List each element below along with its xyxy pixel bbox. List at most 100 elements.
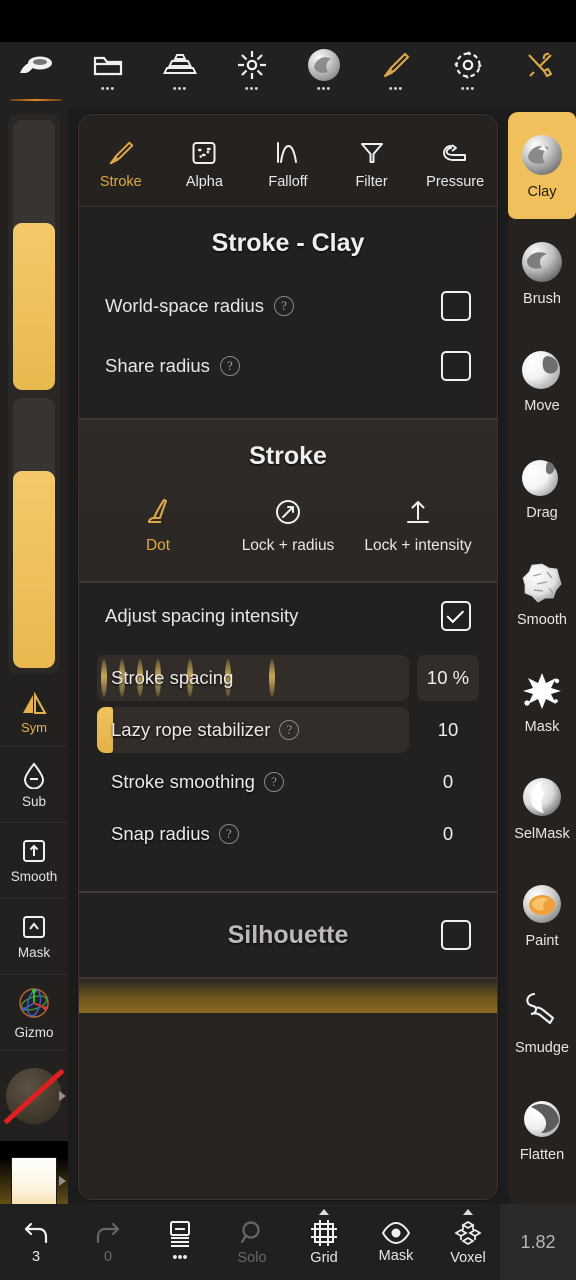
move-sphere-icon xyxy=(519,346,565,392)
share-radius-checkbox[interactable] xyxy=(441,351,471,381)
active-tab-underline xyxy=(10,99,62,101)
tab-alpha[interactable]: Alpha xyxy=(163,115,247,206)
eye-icon xyxy=(381,1221,411,1245)
silhouette-checkbox[interactable] xyxy=(441,920,471,950)
tab-falloff[interactable]: Falloff xyxy=(246,115,330,206)
voxel-label: Voxel xyxy=(450,1249,486,1266)
toolbar-item-settings[interactable]: ••• xyxy=(432,42,504,108)
tool-item-label: Brush xyxy=(523,290,561,307)
bottom-item-layers[interactable]: ••• xyxy=(144,1204,216,1280)
stroke-spacing-value[interactable]: 10 % xyxy=(417,655,479,701)
tool-item-mask[interactable]: Mask xyxy=(508,647,576,754)
layers-label: ••• xyxy=(172,1249,188,1266)
tool-item-move[interactable]: Move xyxy=(508,326,576,433)
lazy-rope-stabilizer-track[interactable]: Lazy rope stabilizer ? xyxy=(97,707,409,753)
right-sidebar: Clay Brush Move Drag Smooth Mask SelMask… xyxy=(508,112,576,1204)
stroke-mode-dot[interactable]: Dot xyxy=(93,497,223,555)
slider-row-stroke-smoothing[interactable]: Stroke smoothing ? 0 xyxy=(97,759,479,805)
adjust-spacing-intensity-checkbox[interactable] xyxy=(441,601,471,631)
tool-item-label: Flatten xyxy=(519,1146,565,1163)
tool-item-paint[interactable]: Paint xyxy=(508,861,576,968)
help-icon[interactable]: ? xyxy=(218,824,239,844)
stroke-mode-lock-intensity[interactable]: Lock + intensity xyxy=(353,497,483,555)
toolbar-item-material[interactable]: ••• xyxy=(288,42,360,108)
tool-item-label: Drag xyxy=(526,504,558,521)
stroke-settings-panel: Stroke Alpha Falloff Filter Pressure Str… xyxy=(78,114,498,1200)
row-share-radius[interactable]: Share radius ? xyxy=(79,336,497,396)
row-adjust-spacing-intensity[interactable]: Adjust spacing intensity xyxy=(79,583,497,649)
bottom-item-redo[interactable]: 0 xyxy=(72,1204,144,1280)
clay-blob-icon xyxy=(18,48,54,82)
toolbar-item-tools[interactable] xyxy=(504,42,576,108)
square-caret-up-icon xyxy=(21,914,47,940)
bottom-item-solo[interactable]: Solo xyxy=(216,1204,288,1280)
help-icon[interactable]: ? xyxy=(274,296,295,316)
help-icon[interactable]: ? xyxy=(279,720,300,740)
sidebar-item-gizmo[interactable]: Gizmo xyxy=(0,975,68,1051)
toolbar-dots: ••• xyxy=(388,83,404,95)
tool-item-flatten[interactable]: Flatten xyxy=(508,1075,576,1182)
tab-pressure[interactable]: Pressure xyxy=(413,115,497,206)
square-up-arrow-icon xyxy=(21,838,47,864)
slider-label: Stroke spacing xyxy=(97,667,233,689)
intensity-slider[interactable] xyxy=(13,398,55,668)
snap-radius-track[interactable]: Snap radius ? xyxy=(97,811,409,857)
sidebar-item-mask[interactable]: Mask xyxy=(0,899,68,975)
tool-item-drag[interactable]: Drag xyxy=(508,433,576,540)
row-label: Adjust spacing intensity xyxy=(105,605,299,626)
tab-label: Alpha xyxy=(185,174,223,190)
section-title: Stroke xyxy=(249,442,327,470)
material-swatch-disabled[interactable] xyxy=(0,1051,68,1141)
sidebar-item-sub[interactable]: Sub xyxy=(0,747,68,823)
tab-filter[interactable]: Filter xyxy=(330,115,414,206)
droplet-minus-icon xyxy=(21,761,47,789)
world-space-radius-checkbox[interactable] xyxy=(441,291,471,321)
lock-radius-arrow-icon xyxy=(273,497,303,527)
lazy-rope-stabilizer-value[interactable]: 10 xyxy=(417,707,479,753)
row-world-space-radius[interactable]: World-space radius ? xyxy=(79,276,497,336)
symmetry-icon xyxy=(19,691,49,716)
snap-radius-value[interactable]: 0 xyxy=(417,811,479,857)
toolbar-dots: ••• xyxy=(460,83,476,95)
alpha-square-icon xyxy=(190,139,218,167)
stroke-mode-lock-radius[interactable]: Lock + radius xyxy=(223,497,353,555)
stroke-smoothing-value[interactable]: 0 xyxy=(417,759,479,805)
toolbar-item-lighting[interactable]: ••• xyxy=(216,42,288,108)
tool-item-clay[interactable]: Clay xyxy=(508,112,576,219)
brush-sphere-icon xyxy=(519,239,565,285)
bottom-item-undo[interactable]: 3 xyxy=(0,1204,72,1280)
tool-item-brush[interactable]: Brush xyxy=(508,219,576,326)
stroke-spacing-track[interactable]: Stroke spacing xyxy=(97,655,409,701)
row-label-text: World-space radius xyxy=(105,295,265,316)
help-icon[interactable]: ? xyxy=(263,772,284,792)
tool-item-smudge[interactable]: Smudge xyxy=(508,968,576,1075)
sidebar-item-symmetry[interactable]: Sym xyxy=(0,680,68,746)
bottom-item-grid[interactable]: Grid xyxy=(288,1204,360,1280)
symmetry-label: Sym xyxy=(21,719,47,735)
tool-item-smooth[interactable]: Smooth xyxy=(508,540,576,647)
bottom-item-voxel[interactable]: Voxel xyxy=(432,1204,504,1280)
bottom-item-mask[interactable]: Mask xyxy=(360,1204,432,1280)
slider-row-stroke-spacing[interactable]: Stroke spacing 10 % xyxy=(97,655,479,701)
tab-label: Pressure xyxy=(426,174,485,190)
radius-slider[interactable] xyxy=(13,120,55,390)
brush-dot-icon xyxy=(143,497,173,527)
stroke-smoothing-track[interactable]: Stroke smoothing ? xyxy=(97,759,409,805)
help-icon[interactable]: ? xyxy=(219,356,240,376)
slider-label: Snap radius ? xyxy=(97,823,239,845)
toolbar-item-files[interactable]: ••• xyxy=(72,42,144,108)
toolbar-item-sculpt-mode[interactable] xyxy=(0,42,72,108)
sidebar-item-label: Sub xyxy=(21,793,47,809)
top-toolbar: ••• ••• ••• ••• ••• ••• xyxy=(0,42,576,108)
grid-frame-icon xyxy=(310,1219,338,1247)
paintbrush-icon xyxy=(381,48,411,82)
slider-row-lazy-rope-stabilizer[interactable]: Lazy rope stabilizer ? 10 xyxy=(97,707,479,753)
sidebar-item-smooth[interactable]: Smooth xyxy=(0,823,68,899)
slider-row-snap-radius[interactable]: Snap radius ? 0 xyxy=(97,811,479,857)
toolbar-item-scene[interactable]: ••• xyxy=(144,42,216,108)
toolbar-item-brush[interactable]: ••• xyxy=(360,42,432,108)
tool-item-selmask[interactable]: SelMask xyxy=(508,754,576,861)
row-silhouette[interactable]: Silhouette xyxy=(79,893,497,977)
version-label: 1.82 xyxy=(500,1204,576,1280)
tab-stroke[interactable]: Stroke xyxy=(79,115,163,206)
